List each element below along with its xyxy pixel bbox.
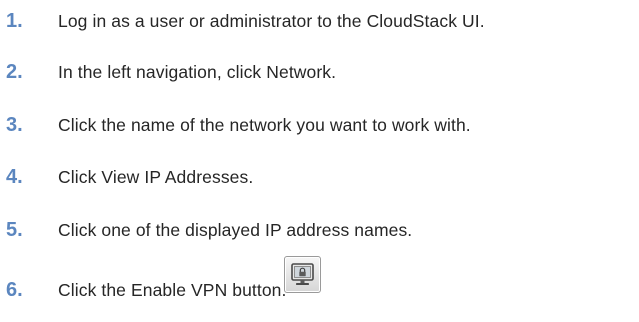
step-text: Click View IP Addresses.: [58, 167, 254, 187]
step-text: Click the name of the network you want t…: [58, 115, 471, 135]
step-text: Click one of the displayed IP address na…: [58, 220, 413, 240]
step-number: 1.: [6, 10, 23, 32]
step-number: 2.: [6, 61, 23, 83]
procedure-steps: 1. Log in as a user or administrator to …: [0, 0, 639, 322]
step-number: 4.: [6, 166, 23, 188]
step-text: Click the Enable VPN button.: [58, 280, 287, 300]
step-text: In the left navigation, click Network.: [58, 62, 337, 82]
step-number: 6.: [6, 279, 23, 301]
step-number: 5.: [6, 219, 23, 241]
step-number: 3.: [6, 114, 23, 136]
step-text: Log in as a user or administrator to the…: [58, 11, 485, 31]
enable-vpn-button[interactable]: [284, 256, 321, 293]
